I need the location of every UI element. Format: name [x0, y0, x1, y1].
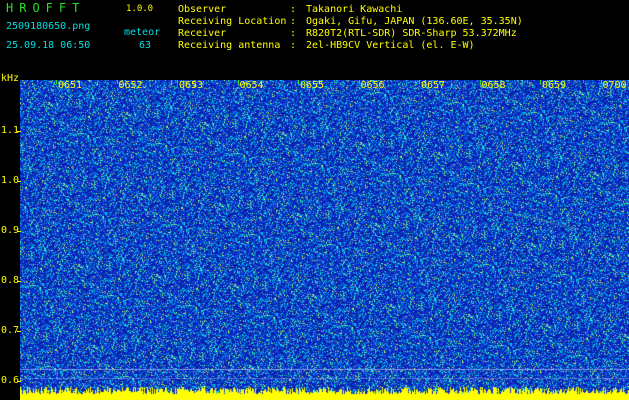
antenna-label: Receiving antenna: [178, 40, 281, 51]
antenna-colon: :: [290, 40, 297, 51]
app-version: 1.0.0: [126, 4, 154, 14]
header-panel: HROFFT 1.0.0 2509180650.png 25.09.18 06:…: [0, 0, 629, 78]
antenna-value: 2el-HB9CV Vertical (el. E-W): [306, 40, 475, 51]
timestamp: 25.09.18 06:50: [6, 40, 91, 51]
y-tick-mark: [17, 331, 21, 332]
y-tick-mark: [17, 181, 21, 182]
receiver-label: Receiver: [178, 28, 227, 39]
file-name: 2509180650.png: [6, 21, 91, 32]
receiver-colon: :: [290, 28, 297, 39]
y-tick-mark: [17, 231, 21, 232]
y-tick-mark: [17, 381, 21, 382]
app-title: HROFFT: [6, 1, 86, 15]
event-count: 63: [139, 40, 152, 51]
y-tick-mark: [17, 281, 21, 282]
observer-colon: :: [290, 4, 297, 15]
spectrogram-canvas: [20, 80, 629, 400]
location-colon: :: [290, 16, 297, 27]
observer-label: Observer: [178, 4, 227, 15]
y-axis-unit: kHz: [1, 73, 20, 84]
observer-value: Takanori Kawachi: [306, 4, 403, 15]
y-tick-mark: [17, 131, 21, 132]
event-label: meteor: [124, 27, 161, 38]
location-label: Receiving Location: [178, 16, 287, 27]
receiver-value: R820T2(RTL-SDR) SDR-Sharp 53.372MHz: [306, 28, 517, 39]
location-value: Ogaki, Gifu, JAPAN (136.60E, 35.35N): [306, 16, 523, 27]
